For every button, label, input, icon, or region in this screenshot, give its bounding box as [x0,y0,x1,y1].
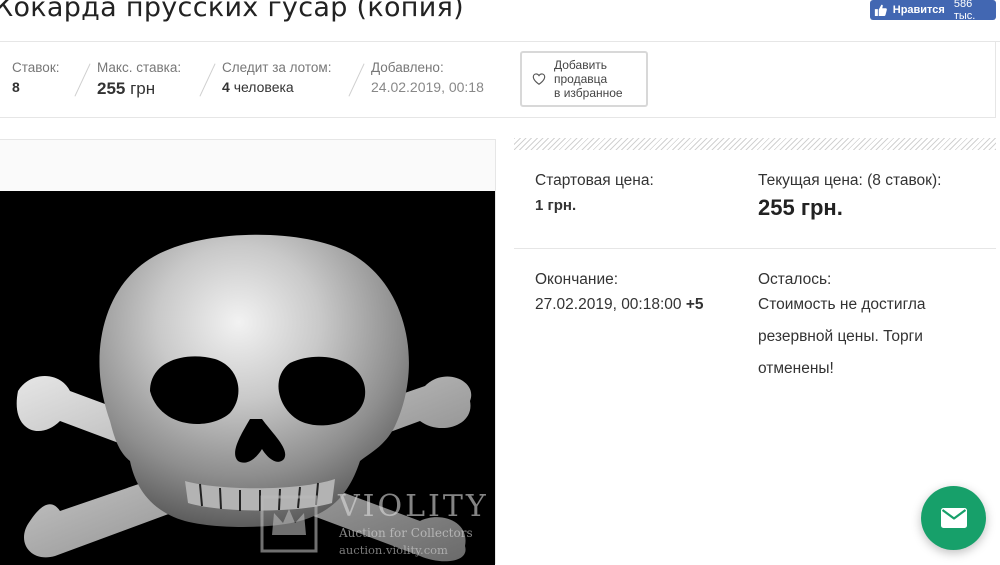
end-label: Окончание: [535,271,619,288]
contact-message-button[interactable] [921,486,986,550]
current-price-label: Текущая цена: (8 ставок): [758,172,942,189]
remaining-value: Стоимость не достигла резервной цены. То… [758,296,926,377]
watermark-url: auction.violity.com [339,543,448,557]
watermark-tagline: Auction for Collectors [339,526,473,540]
lot-photo[interactable]: VIOLITY Auction for Collectors auction.v… [0,191,495,565]
auction-end: Окончание: 27.02.2019, 00:18:00 +5 [535,271,704,321]
watchers-suffix: человека [233,79,294,95]
remaining-label: Осталось: [758,271,832,288]
lot-title: Кокарда прусских гусар (копия) [0,0,464,23]
start-price-label: Стартовая цена: [535,172,654,189]
stat-watchers: Следит за лотом: 4 человека [222,60,331,95]
added-value: 24.02.2019, 00:18 [371,79,484,95]
end-timezone: +5 [685,296,704,313]
heart-icon [532,73,546,85]
stat-separator [348,63,365,97]
like-count: 586 тыс. [953,0,976,22]
timing-row: Окончание: 27.02.2019, 00:18:00 +5 Остал… [514,249,996,409]
stat-added: Добавлено: 24.02.2019, 00:18 [371,60,484,95]
added-label: Добавлено: [371,60,444,75]
hatched-header [514,138,996,150]
stat-max-bid: Макс. ставка: 255 грн [97,60,181,99]
watchers-count: 4 [222,79,230,95]
current-price: Текущая цена: (8 ставок): 255 грн. [758,172,941,224]
thumbs-up-icon [874,4,887,17]
stat-bids: Ставок: 8 [12,60,59,95]
stat-separator [199,63,216,97]
bids-label: Ставок: [12,60,60,75]
watermark-brand: VIOLITY [338,489,489,524]
start-price-value: 1 грн. [535,197,577,214]
lot-stats-bar: Ставок: 8 Макс. ставка: 255 грн Следит з… [0,42,996,118]
end-value: 27.02.2019, 00:18:00 [535,296,682,313]
stat-separator [74,63,91,97]
lot-gallery: VIOLITY Auction for Collectors auction.v… [0,139,496,565]
max-bid-label: Макс. ставка: [97,60,182,75]
max-bid-value: 255 [97,79,126,98]
envelope-icon [940,508,967,528]
current-price-value: 255 грн. [758,195,843,220]
max-bid-currency: грн [130,79,156,98]
bids-value: 8 [12,79,20,95]
add-seller-to-favorites-button[interactable]: Добавить продавца в избранное [520,51,648,107]
watchers-label: Следит за лотом: [222,60,332,75]
favorite-button-label: Добавить продавца в избранное [554,58,623,100]
start-price: Стартовая цена: 1 грн. [535,172,654,222]
price-row: Стартовая цена: 1 грн. Текущая цена: (8 … [514,150,996,249]
like-label: Нравится [892,4,945,16]
facebook-like-button[interactable]: Нравится 586 тыс. [870,0,996,22]
time-remaining: Осталось: Стоимость не достигла резервно… [758,271,973,385]
